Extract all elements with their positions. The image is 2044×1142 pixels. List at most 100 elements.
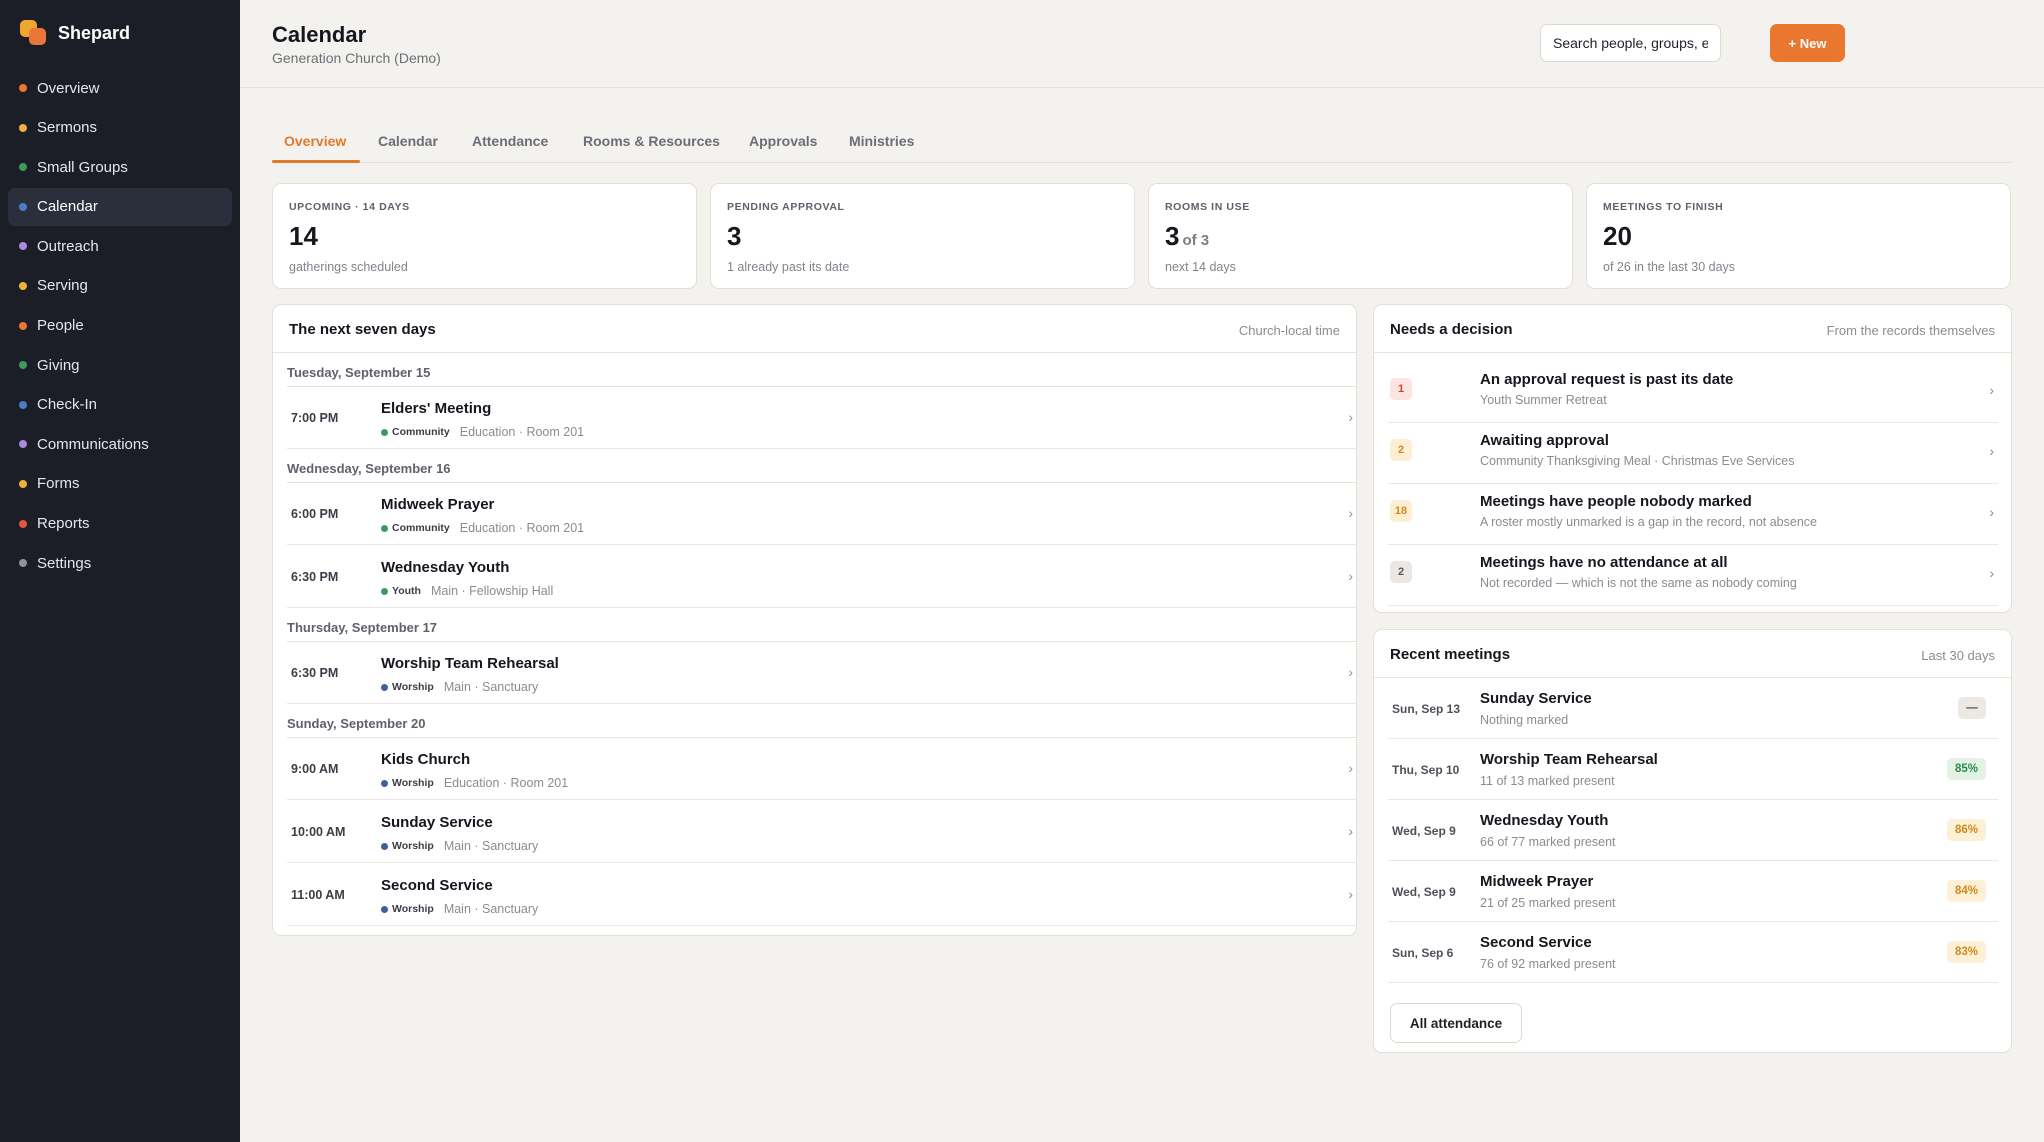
sidebar-item-people[interactable]: People xyxy=(8,307,232,345)
event-row-worship-team-rehearsal[interactable]: 6:30 PM Worship Team Rehearsal Worship M… xyxy=(287,642,1357,704)
event-time: 10:00 AM xyxy=(291,825,346,839)
decision-title: Awaiting approval xyxy=(1480,432,1609,449)
sidebar-item-giving[interactable]: Giving xyxy=(8,346,232,384)
sidebar-item-forms[interactable]: Forms xyxy=(8,465,232,503)
decision-row-unmarked[interactable]: 18 Meetings have people nobody marked A … xyxy=(1388,484,1998,545)
sidebar-item-label: People xyxy=(37,317,84,335)
tab-overview[interactable]: Overview xyxy=(284,133,346,149)
stat-value: 20 xyxy=(1603,221,1632,251)
tag-dot-icon xyxy=(381,905,388,913)
meeting-row[interactable]: Sun, Sep 6 Second Service 76 of 92 marke… xyxy=(1388,922,1998,983)
meeting-detail: 66 of 77 marked present xyxy=(1480,835,1616,849)
attendance-badge: 85% xyxy=(1946,758,1986,780)
stat-card-upcoming: UPCOMING · 14 DAYS 14 gatherings schedul… xyxy=(272,183,697,289)
event-meta: Worship Main · Sanctuary xyxy=(381,902,538,916)
sidebar-nav: Overview Sermons Small Groups Calendar O… xyxy=(8,69,232,584)
day-header: Thursday, September 17 xyxy=(287,620,438,635)
tab-attendance[interactable]: Attendance xyxy=(472,133,548,149)
sidebar-item-label: Check-In xyxy=(37,396,98,414)
meeting-name: Second Service xyxy=(1480,934,1592,951)
stat-label: UPCOMING · 14 DAYS xyxy=(289,201,410,213)
sidebar-item-outreach[interactable]: Outreach xyxy=(8,227,232,265)
sidebar-item-label: Reports xyxy=(37,515,90,533)
sidebar-item-label: Settings xyxy=(37,554,92,572)
meeting-row[interactable]: Wed, Sep 9 Wednesday Youth 66 of 77 mark… xyxy=(1388,800,1998,861)
logo-icon xyxy=(20,20,48,46)
event-name: Wednesday Youth xyxy=(381,559,510,576)
panel-meta: From the records themselves xyxy=(1826,323,1995,338)
event-meta: Community Education · Room 201 xyxy=(381,425,584,439)
dot-icon xyxy=(19,123,27,132)
tag-dot-icon xyxy=(381,524,388,532)
event-name: Sunday Service xyxy=(381,814,493,831)
event-row-sunday-service[interactable]: 10:00 AM Sunday Service Worship Main · S… xyxy=(287,801,1357,863)
sidebar-item-sermons[interactable]: Sermons xyxy=(8,109,232,147)
event-location: Main · Sanctuary xyxy=(443,902,539,916)
event-name: Midweek Prayer xyxy=(381,496,495,513)
sidebar-item-check-in[interactable]: Check-In xyxy=(8,386,232,424)
stat-sub: next 14 days xyxy=(1165,260,1236,274)
stat-label: MEETINGS TO FINISH xyxy=(1603,201,1724,213)
event-tag: Community xyxy=(392,522,450,534)
chevron-right-icon: › xyxy=(1348,409,1353,425)
sidebar-item-settings[interactable]: Settings xyxy=(8,544,232,582)
meeting-detail: 21 of 25 marked present xyxy=(1480,896,1616,910)
decision-row-awaiting-approval[interactable]: 2 Awaiting approval Community Thanksgivi… xyxy=(1388,423,1998,484)
all-attendance-button[interactable]: All attendance xyxy=(1390,1003,1522,1043)
event-time: 6:30 PM xyxy=(291,666,339,680)
tag-dot-icon xyxy=(381,842,388,850)
new-button[interactable]: + New xyxy=(1770,24,1845,62)
attendance-badge: — xyxy=(1958,697,1986,719)
decision-title: Meetings have people nobody marked xyxy=(1480,493,1752,510)
event-meta: Community Education · Room 201 xyxy=(381,521,584,535)
day-header: Wednesday, September 16 xyxy=(287,461,451,476)
event-tag: Worship xyxy=(392,903,434,915)
chevron-right-icon: › xyxy=(1989,565,1994,581)
event-name: Second Service xyxy=(381,877,493,894)
panel-divider xyxy=(273,352,1356,353)
dot-icon xyxy=(19,202,27,211)
chevron-right-icon: › xyxy=(1348,505,1353,521)
meeting-row[interactable]: Wed, Sep 9 Midweek Prayer 21 of 25 marke… xyxy=(1388,861,1998,922)
tab-ministries[interactable]: Ministries xyxy=(849,133,914,149)
sidebar-item-overview[interactable]: Overview xyxy=(8,69,232,107)
event-row-kids-church[interactable]: 9:00 AM Kids Church Worship Education · … xyxy=(287,738,1357,800)
chevron-right-icon: › xyxy=(1989,443,1994,459)
sidebar-item-reports[interactable]: Reports xyxy=(8,505,232,543)
event-row-midweek-prayer[interactable]: 6:00 PM Midweek Prayer Community Educati… xyxy=(287,483,1357,545)
decision-desc: Not recorded — which is not the same as … xyxy=(1480,576,1797,590)
event-meta: Youth Main · Fellowship Hall xyxy=(381,584,553,598)
dot-icon xyxy=(19,84,27,92)
tab-rooms-resources[interactable]: Rooms & Resources xyxy=(583,133,720,149)
chevron-right-icon: › xyxy=(1989,504,1994,520)
tab-calendar[interactable]: Calendar xyxy=(378,133,438,149)
event-tag: Worship xyxy=(392,777,434,789)
search-input[interactable] xyxy=(1540,24,1721,62)
event-row-elders-meeting[interactable]: 7:00 PM Elders' Meeting Community Educat… xyxy=(287,387,1357,449)
sidebar-item-communications[interactable]: Communications xyxy=(8,425,232,463)
dot-icon xyxy=(19,361,27,370)
sidebar-item-serving[interactable]: Serving xyxy=(8,267,232,305)
event-location: Main · Sanctuary xyxy=(443,680,539,694)
event-location: Education · Room 201 xyxy=(459,425,585,439)
decision-row-no-attendance[interactable]: 2 Meetings have no attendance at all Not… xyxy=(1388,545,1998,606)
decision-row-past-date[interactable]: 1 An approval request is past its date Y… xyxy=(1388,362,1998,423)
tab-approvals[interactable]: Approvals xyxy=(749,133,817,149)
meeting-row[interactable]: Sun, Sep 13 Sunday Service Nothing marke… xyxy=(1388,678,1998,739)
event-row-second-service[interactable]: 11:00 AM Second Service Worship Main · S… xyxy=(287,864,1357,926)
next-seven-days-panel: The next seven days Church-local time Tu… xyxy=(272,304,1357,936)
meeting-name: Worship Team Rehearsal xyxy=(1480,751,1658,768)
event-row-wednesday-youth[interactable]: 6:30 PM Wednesday Youth Youth Main · Fel… xyxy=(287,546,1357,608)
meeting-row[interactable]: Thu, Sep 10 Worship Team Rehearsal 11 of… xyxy=(1388,739,1998,800)
sidebar-item-label: Giving xyxy=(37,356,80,374)
chevron-right-icon: › xyxy=(1348,664,1353,680)
panel-divider xyxy=(1374,352,2011,353)
meeting-date: Wed, Sep 9 xyxy=(1392,885,1456,899)
chevron-right-icon: › xyxy=(1348,886,1353,902)
meeting-date: Wed, Sep 9 xyxy=(1392,824,1456,838)
event-tag: Worship xyxy=(392,681,434,693)
event-time: 7:00 PM xyxy=(291,411,339,425)
sidebar-item-small-groups[interactable]: Small Groups xyxy=(8,148,232,186)
sidebar-item-calendar[interactable]: Calendar xyxy=(8,187,232,226)
brand[interactable]: Shepard xyxy=(20,20,130,46)
